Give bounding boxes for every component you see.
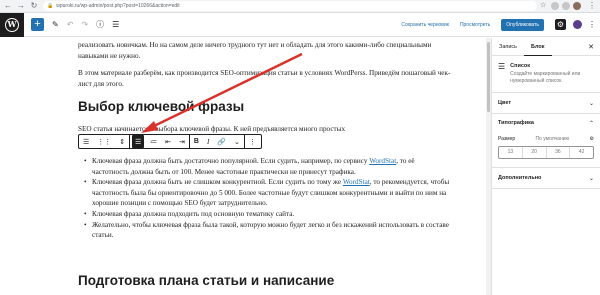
chevron-down-icon[interactable]: ⌄	[230, 135, 244, 148]
editor-header: W + ✎ ↶ ↷ ⓘ ☰ Сохранить черновик Просмот…	[0, 12, 600, 37]
list-item[interactable]: Ключевая фраза должна быть достаточно по…	[84, 156, 452, 177]
info-icon[interactable]: ⓘ	[96, 19, 104, 30]
list-item[interactable]: Ключевая фраза должна быть не слишком ко…	[84, 177, 452, 209]
paragraph[interactable]: SEO статья начинается с выбора ключевой …	[78, 124, 456, 135]
link-icon[interactable]: 🔗	[213, 135, 230, 148]
browser-bar: ← → ↻ 🔒 wpuroki.ru/wp-admin/post.php?pos…	[0, 0, 600, 13]
advanced-panel[interactable]: Дополнительно ⌄	[492, 168, 600, 189]
heading[interactable]: Выбор ключевой фразы	[78, 99, 244, 114]
size-option[interactable]: 36	[547, 147, 571, 158]
sidebar-tabs: Запись Блок ✕	[492, 38, 600, 56]
size-default: По умолчанию	[535, 136, 570, 142]
panel-title: Цвет	[498, 100, 512, 106]
publish-button[interactable]: Опубликовать	[501, 18, 544, 31]
preview-button[interactable]: Просмотреть	[460, 22, 490, 28]
extension-icon[interactable]	[562, 2, 570, 10]
close-icon[interactable]: ✕	[588, 43, 594, 51]
size-option[interactable]: 42	[570, 147, 593, 158]
font-size-picker: 13 20 36 42	[498, 146, 594, 159]
outdent-icon[interactable]: ⇤	[161, 135, 175, 148]
divider	[129, 134, 131, 149]
settings-gear-icon[interactable]: ⚙	[555, 19, 566, 30]
reload-icon[interactable]: ↻	[29, 1, 39, 11]
settings-sidebar: Запись Блок ✕ ☰ Список Создайте маркиров…	[491, 38, 600, 295]
indent-icon[interactable]: ⇥	[175, 135, 189, 148]
plugin-icon[interactable]	[573, 20, 582, 29]
typography-panel: Типографика ⌃ Размер По умолчанию ⚙ 13 2…	[492, 114, 600, 168]
lock-icon: 🔒	[47, 3, 54, 9]
browser-menu-icon[interactable]: ⋮	[587, 1, 597, 11]
block-card: ☰ Список Создайте маркированный или нуме…	[492, 56, 600, 93]
paragraph[interactable]: В этом материале разберём, как производи…	[78, 68, 456, 89]
more-options-icon[interactable]: ⋮	[245, 135, 260, 148]
move-arrows-icon[interactable]: ⇕	[115, 135, 129, 148]
undo-icon[interactable]: ↶	[67, 20, 74, 29]
paragraph[interactable]: реализовать новичкам. Но на самом деле н…	[78, 40, 456, 61]
wordstat-link[interactable]: WordStat	[343, 178, 370, 186]
heading[interactable]: Подготовка плана статьи и написание	[78, 273, 334, 288]
list-item[interactable]: Желательно, чтобы ключевая фраза была та…	[84, 220, 452, 241]
block-description: Создайте маркированный или нумерованный …	[510, 71, 581, 84]
settings-icon[interactable]: ⚙	[590, 136, 594, 142]
save-draft-button[interactable]: Сохранить черновик	[401, 22, 449, 28]
redo-icon[interactable]: ↷	[81, 20, 88, 29]
color-panel[interactable]: Цвет ⌄	[492, 93, 600, 114]
back-icon[interactable]: ←	[3, 1, 13, 11]
size-option[interactable]: 13	[499, 147, 523, 158]
block-type-icon[interactable]: ☰	[79, 135, 93, 148]
chevron-up-icon[interactable]: ⌃	[589, 120, 594, 127]
panel-title: Дополнительно	[498, 175, 542, 181]
add-block-button[interactable]: +	[31, 18, 44, 31]
edit-icon[interactable]: ✎	[52, 20, 59, 29]
size-option[interactable]: 20	[523, 147, 547, 158]
ordered-list-icon[interactable]: ≔	[146, 135, 161, 148]
extension-icon[interactable]	[551, 2, 559, 10]
options-menu-icon[interactable]: ⋮	[588, 20, 596, 29]
bold-icon[interactable]: B	[190, 135, 203, 148]
star-icon[interactable]: ☆	[540, 2, 548, 10]
panel-title: Типографика	[498, 120, 534, 126]
drag-handle-icon[interactable]: ⋮⋮	[93, 135, 115, 148]
size-label: Размер	[498, 136, 516, 142]
wordstat-link[interactable]: WordStat	[369, 157, 396, 165]
block-toolbar: ☰ ⋮⋮ ⇕ ☰ ≔ ⇤ ⇥ B I 🔗 ⌄ ⋮	[78, 134, 262, 149]
chevron-down-icon[interactable]: ⌄	[589, 100, 594, 107]
bullet-list[interactable]: Ключевая фраза должна быть достаточно по…	[84, 156, 452, 241]
tab-post[interactable]: Запись	[492, 38, 524, 56]
wordpress-logo[interactable]: W	[0, 12, 24, 37]
url-text: wpuroki.ru/wp-admin/post.php?post=10266&…	[56, 3, 180, 9]
editor-canvas: реализовать новичкам. Но на самом деле н…	[0, 38, 486, 295]
chevron-down-icon[interactable]: ⌄	[589, 175, 594, 182]
scroll-thumb[interactable]	[487, 42, 490, 112]
unordered-list-icon[interactable]: ☰	[132, 135, 145, 148]
wordpress-icon: W	[5, 17, 19, 32]
block-title: Список	[510, 63, 531, 69]
tab-block[interactable]: Блок	[524, 38, 552, 56]
list-item[interactable]: Ключевая фраза должна подходить под осно…	[84, 209, 452, 220]
list-icon: ☰	[498, 62, 506, 71]
address-bar[interactable]: 🔒 wpuroki.ru/wp-admin/post.php?post=1026…	[43, 1, 537, 11]
profile-avatar[interactable]	[573, 2, 581, 10]
list-view-icon[interactable]: ☰	[112, 20, 119, 29]
italic-icon[interactable]: I	[203, 135, 213, 148]
forward-icon[interactable]: →	[16, 1, 26, 11]
